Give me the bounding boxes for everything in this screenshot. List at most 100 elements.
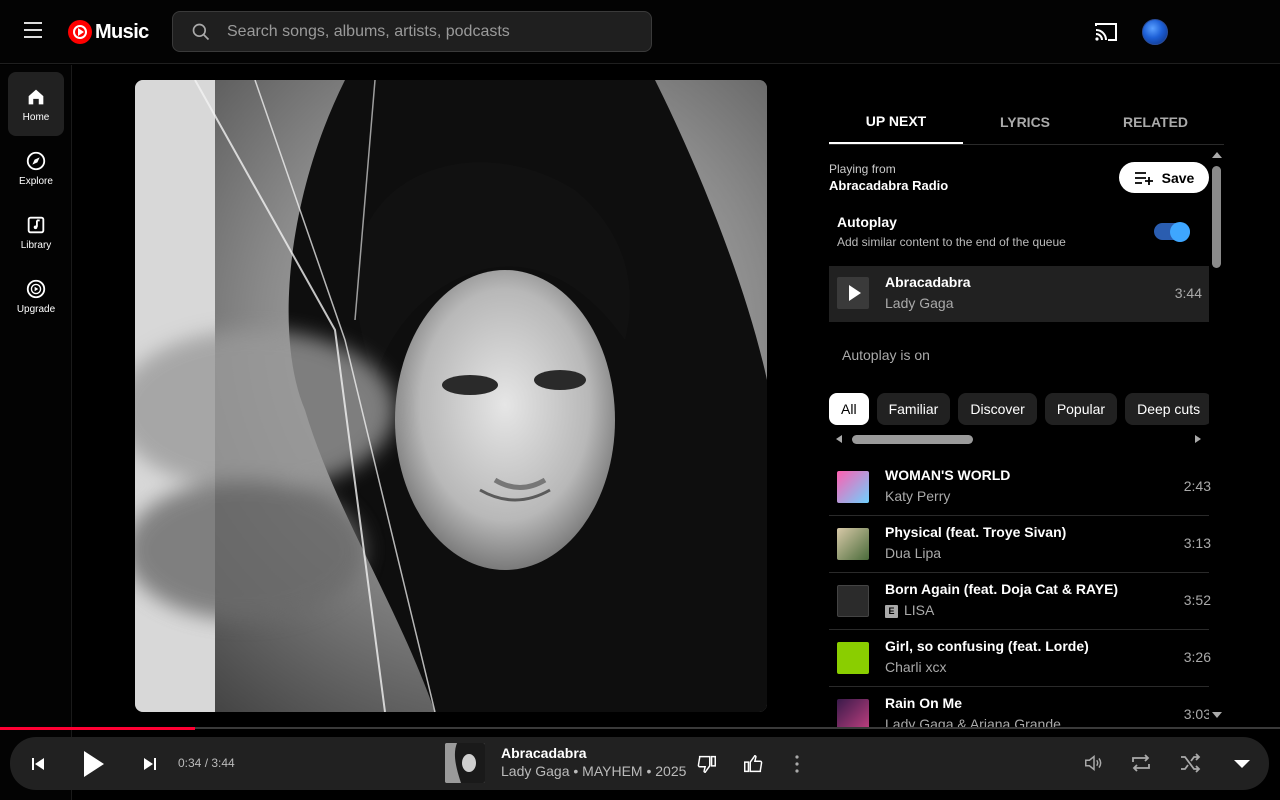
queue-item-duration: 3:26 (1183, 649, 1211, 665)
autoplay-description: Add similar content to the end of the qu… (837, 235, 1066, 249)
now-playing-thumbnail[interactable] (445, 743, 485, 783)
chip-deep-cuts[interactable]: Deep cuts (1125, 393, 1209, 425)
queue-item-artist: LISA (904, 602, 935, 618)
queue-item[interactable]: WOMAN'S WORLD Katy Perry 2:43 (829, 459, 1211, 516)
progress-bar-fill[interactable] (0, 727, 195, 730)
queue-item-title: Physical (feat. Troye Sivan) (885, 524, 1067, 540)
queue-item-title: WOMAN'S WORLD (885, 467, 1011, 483)
queue-item[interactable]: Rain On Me Lady Gaga & Ariana Grande 3:0… (829, 687, 1209, 727)
queue-item[interactable]: Girl, so confusing (feat. Lorde) Charli … (829, 630, 1211, 687)
queue-item-thumbnail (837, 471, 869, 503)
horizontal-scrollbar[interactable] (852, 435, 973, 444)
queue-item-duration: 3:52 (1183, 592, 1211, 608)
chip-discover[interactable]: Discover (958, 393, 1037, 425)
youtube-music-logo[interactable]: Music (68, 20, 149, 44)
queue-item-duration: 3:03 (1183, 706, 1209, 722)
library-icon (27, 216, 45, 233)
shuffle-button[interactable] (1177, 751, 1203, 775)
sidebar: Home Explore Library Upgrade (0, 65, 72, 800)
top-bar: Music (0, 0, 1280, 64)
scroll-up-arrow[interactable] (1212, 152, 1222, 158)
volume-button[interactable] (1082, 751, 1106, 775)
playing-from-name: Abracadabra Radio (829, 178, 949, 193)
previous-icon (32, 758, 44, 770)
menu-icon[interactable] (24, 22, 46, 42)
sidebar-item-library[interactable]: Library (8, 200, 64, 264)
current-track-title: Abracadabra (885, 274, 971, 290)
queue-item[interactable]: Physical (feat. Troye Sivan) Dua Lipa 3:… (829, 516, 1211, 573)
cast-icon[interactable] (1094, 21, 1118, 43)
upgrade-icon (26, 279, 46, 298)
arrow-drop-down-icon (1234, 760, 1250, 768)
queue-item-artist: Lady Gaga & Ariana Grande (885, 716, 1061, 727)
sidebar-item-home[interactable]: Home (8, 72, 64, 136)
shuffle-icon (1181, 753, 1201, 773)
queue-item-title: Born Again (feat. Doja Cat & RAYE) (885, 581, 1119, 597)
thumbs-down-icon (697, 755, 716, 773)
sidebar-item-explore[interactable]: Explore (8, 136, 64, 200)
now-playing-meta[interactable]: Lady Gaga • MAYHEM • 2025 (501, 763, 686, 779)
now-playing-title[interactable]: Abracadabra (501, 745, 587, 761)
save-button[interactable]: Save (1119, 162, 1209, 193)
queue-item-thumbnail (837, 528, 869, 560)
current-track-thumbnail[interactable] (837, 277, 869, 309)
like-button[interactable] (741, 752, 765, 776)
vertical-scrollbar[interactable] (1212, 166, 1221, 268)
repeat-icon (1132, 754, 1150, 772)
explicit-badge-icon: E (885, 605, 898, 618)
thumbs-up-icon (744, 755, 763, 773)
queue-item-thumbnail (837, 585, 869, 617)
current-track-duration: 3:44 (1174, 285, 1202, 301)
youtube-music-logo-icon (68, 20, 92, 44)
search-bar[interactable] (172, 11, 652, 52)
sidebar-item-label: Home (22, 111, 50, 123)
dislike-button[interactable] (695, 752, 719, 776)
play-icon (848, 285, 861, 301)
scroll-left-arrow[interactable] (836, 435, 842, 443)
logo-text: Music (95, 20, 149, 43)
compass-icon (26, 151, 46, 170)
previous-button[interactable] (28, 754, 48, 774)
chip-popular[interactable]: Popular (1044, 393, 1118, 425)
sidebar-item-upgrade[interactable]: Upgrade (8, 264, 64, 328)
queue-item-artist: Charli xcx (885, 659, 947, 675)
search-icon (192, 23, 210, 40)
avatar[interactable] (1142, 19, 1168, 45)
queue-item-artist: Katy Perry (885, 488, 951, 504)
playing-from-label: Playing from (829, 162, 896, 176)
search-input[interactable] (227, 22, 627, 41)
chip-filter-bar: All Familiar Discover Popular Deep cuts (829, 393, 1209, 425)
current-track-artist: Lady Gaga (885, 295, 954, 311)
tab-related[interactable]: RELATED (1087, 100, 1224, 144)
album-art-image (135, 80, 767, 712)
tab-up-next[interactable]: UP NEXT (829, 100, 963, 144)
sidebar-item-label: Library (20, 239, 52, 251)
play-icon (84, 751, 104, 777)
play-button[interactable] (78, 748, 108, 780)
save-label: Save (1161, 169, 1195, 186)
queue-item[interactable]: Born Again (feat. Doja Cat & RAYE) E LISA… (829, 573, 1211, 630)
queue-item-thumbnail (837, 699, 869, 727)
next-button[interactable] (140, 754, 160, 774)
tab-lyrics[interactable]: LYRICS (963, 100, 1087, 144)
scroll-right-arrow[interactable] (1195, 435, 1201, 443)
expand-player-button[interactable] (1230, 754, 1254, 774)
sidebar-item-label: Upgrade (16, 303, 56, 315)
time-display: 0:34 / 3:44 (178, 756, 235, 770)
chip-all[interactable]: All (829, 393, 869, 425)
now-playing-art (445, 743, 485, 783)
repeat-button[interactable] (1128, 751, 1154, 775)
more-vert-icon (795, 755, 799, 773)
queue-item-thumbnail (837, 642, 869, 674)
queue-item-artist: Dua Lipa (885, 545, 942, 561)
autoplay-toggle-knob[interactable] (1170, 222, 1190, 242)
more-options-button[interactable] (787, 752, 807, 776)
queue-item-duration: 2:43 (1183, 478, 1211, 494)
queue-item-duration: 3:13 (1183, 535, 1211, 551)
home-icon (28, 89, 44, 104)
chip-familiar[interactable]: Familiar (876, 393, 951, 425)
album-art (135, 80, 767, 712)
scroll-down-arrow[interactable] (1212, 712, 1222, 718)
sidebar-item-label: Explore (19, 175, 53, 187)
playlist-add-icon (1134, 171, 1153, 185)
